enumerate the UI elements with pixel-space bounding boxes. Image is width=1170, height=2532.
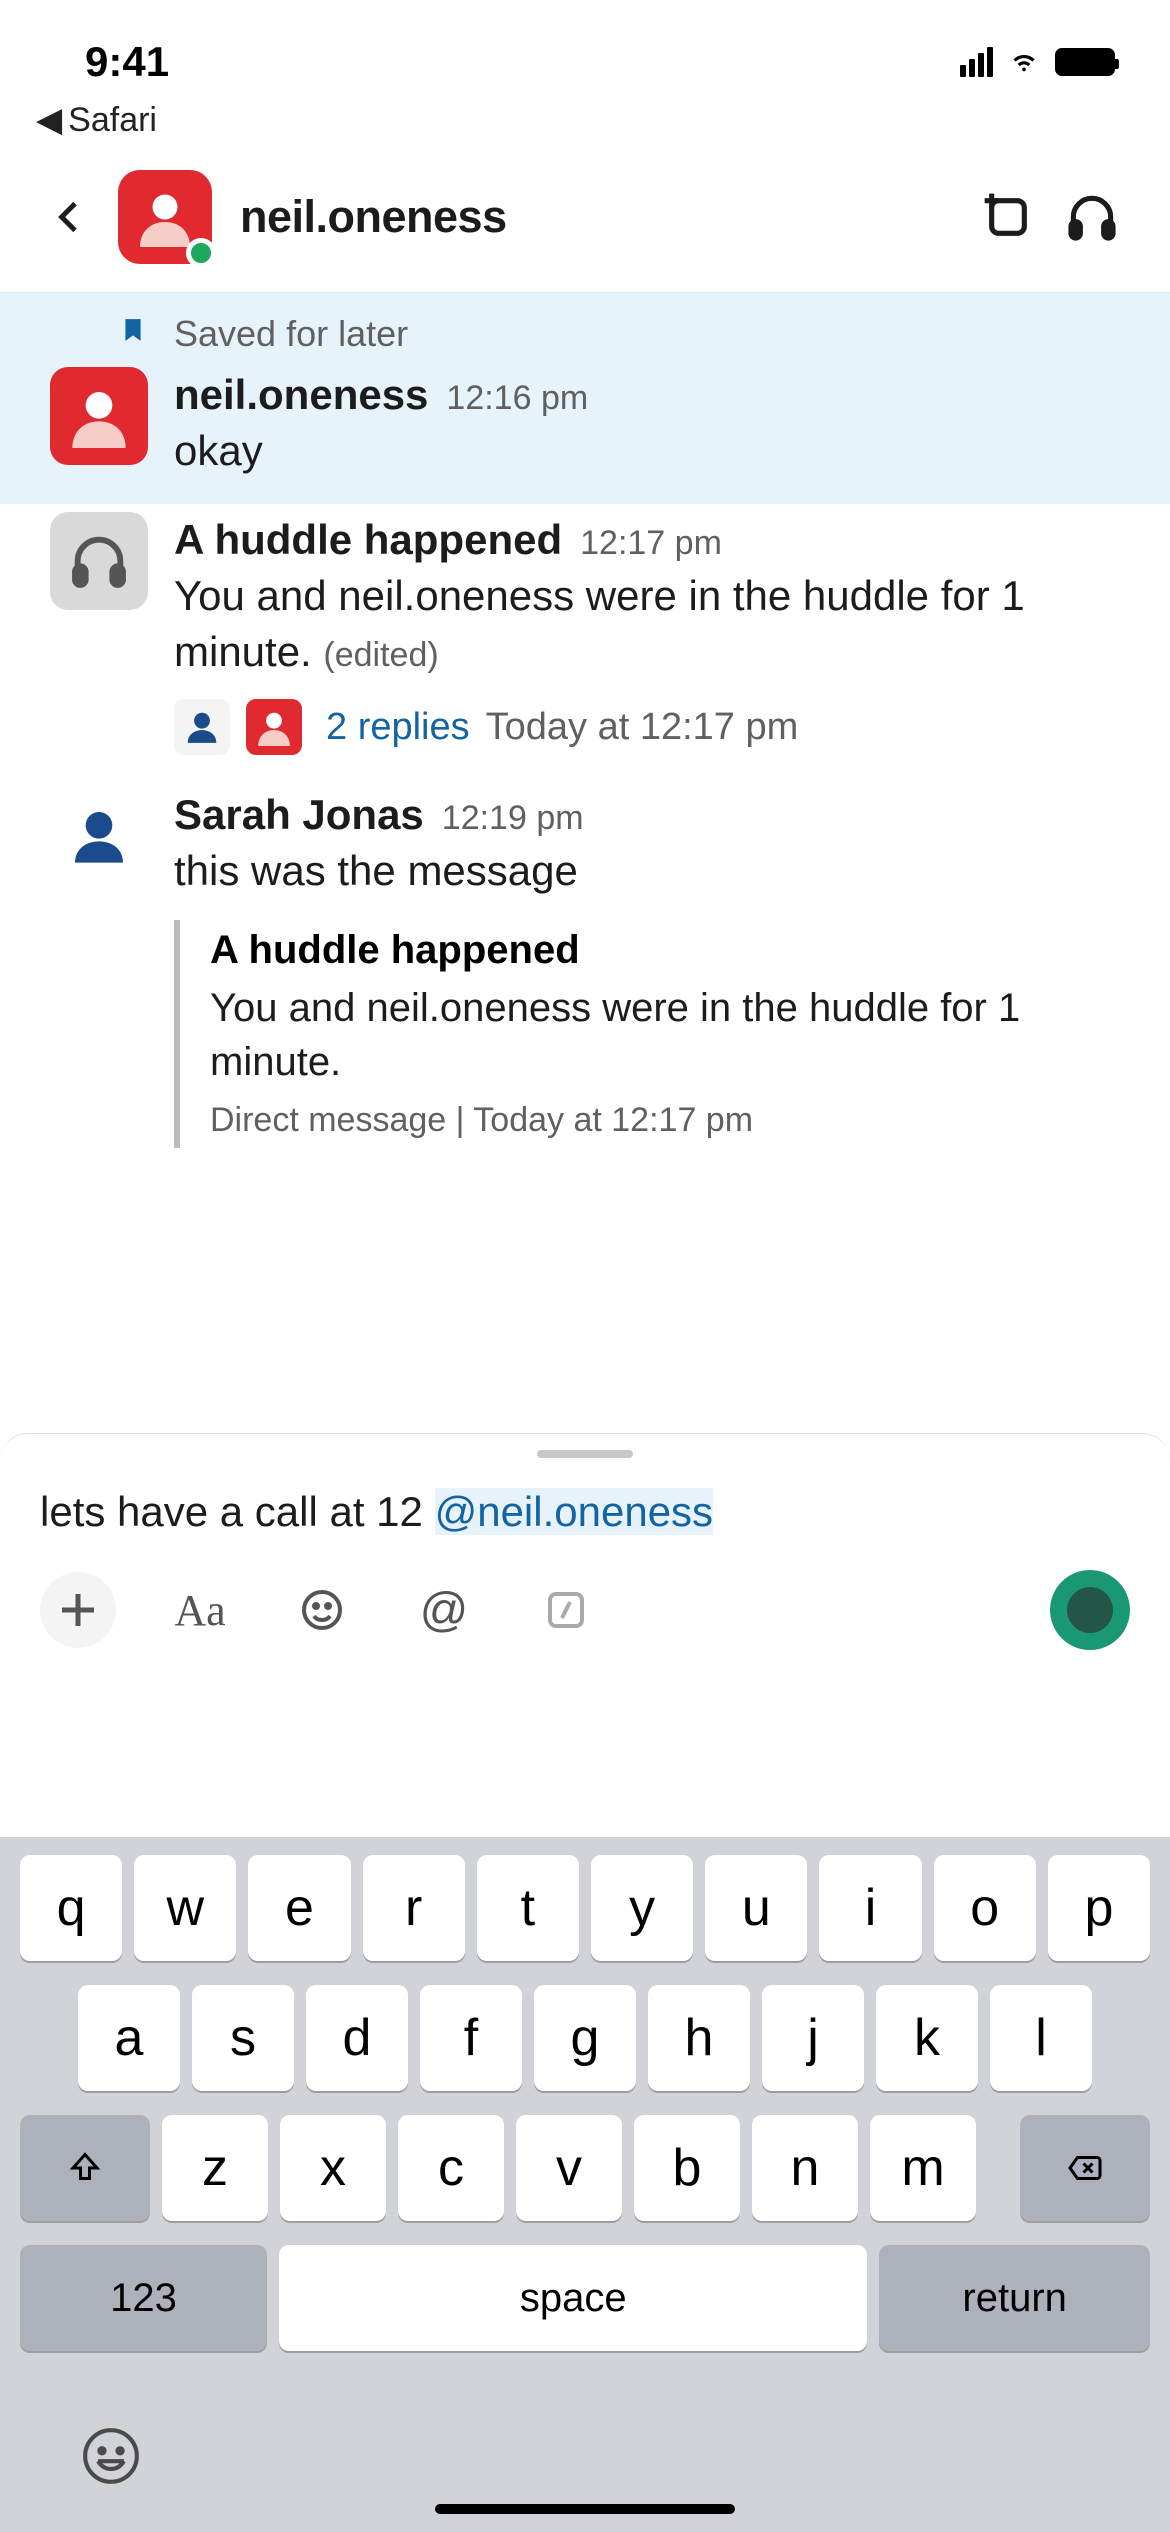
mention-button[interactable]: @ [406,1572,482,1648]
quote-text: You and neil.oneness were in the huddle … [210,973,1120,1089]
message-row[interactable]: Sarah Jonas 12:19 pm this was the messag… [0,779,1170,1172]
message-author: A huddle happened [174,516,562,564]
edited-label: (edited) [323,636,438,674]
text-format-button[interactable]: Aa [162,1572,238,1648]
quote-title: A huddle happened [210,928,1120,973]
message-composer: lets have a call at 12 @neil.oneness Aa … [0,1433,1170,1682]
mention-chip[interactable]: @neil.oneness [435,1488,713,1535]
key-r[interactable]: r [363,1855,465,1961]
key-e[interactable]: e [248,1855,350,1961]
drag-handle[interactable] [537,1450,633,1458]
saved-for-later-banner[interactable]: Saved for later [0,293,1170,359]
key-p[interactable]: p [1048,1855,1150,1961]
backspace-key[interactable] [1020,2115,1150,2221]
thread-replies-link[interactable]: 2 replies Today at 12:17 pm [174,681,1120,755]
message-author: neil.oneness [174,371,428,419]
back-app-label: Safari [68,101,157,140]
key-i[interactable]: i [819,1855,921,1961]
key-f[interactable]: f [420,1985,522,2091]
key-o[interactable]: o [934,1855,1036,1961]
status-indicators [960,45,1115,80]
message-row[interactable]: neil.oneness 12:16 pm okay [0,359,1170,504]
key-g[interactable]: g [534,1985,636,2091]
space-key[interactable]: space [279,2245,867,2351]
keyboard: qwertyuiop asdfghjkl zxcvbnm 123 space r… [0,1837,1170,2532]
send-button[interactable] [1050,1570,1130,1650]
message-text: You and neil.oneness were in the huddle … [174,564,1120,681]
user-avatar[interactable] [118,170,212,264]
key-y[interactable]: y [591,1855,693,1961]
huddle-headphones-button[interactable] [1064,189,1120,245]
saved-label: Saved for later [174,313,408,355]
message-input[interactable]: lets have a call at 12 @neil.oneness [0,1458,1170,1546]
online-status-icon [186,238,216,268]
key-h[interactable]: h [648,1985,750,2091]
add-attachment-button[interactable] [40,1572,116,1648]
key-x[interactable]: x [280,2115,386,2221]
numbers-key[interactable]: 123 [20,2245,267,2351]
slash-command-button[interactable] [528,1572,604,1648]
key-d[interactable]: d [306,1985,408,2091]
add-to-channel-button[interactable] [980,189,1036,245]
key-v[interactable]: v [516,2115,622,2221]
message-text: okay [174,419,1120,480]
key-k[interactable]: k [876,1985,978,2091]
status-time: 9:41 [85,38,169,86]
emoji-keyboard-button[interactable] [80,2425,142,2492]
reply-time: Today at 12:17 pm [486,706,799,749]
key-c[interactable]: c [398,2115,504,2221]
message-time: 12:19 pm [442,799,584,838]
key-m[interactable]: m [870,2115,976,2221]
huddle-avatar[interactable] [50,512,148,610]
message-author: Sarah Jonas [174,791,424,839]
key-b[interactable]: b [634,2115,740,2221]
return-key[interactable]: return [879,2245,1150,2351]
message-avatar[interactable] [50,787,148,885]
key-t[interactable]: t [477,1855,579,1961]
quote-meta: Direct message | Today at 12:17 pm [210,1089,1120,1140]
message-time: 12:17 pm [580,524,722,563]
home-indicator[interactable] [435,2504,735,2514]
chat-header: neil.oneness [0,150,1170,293]
reply-avatar [174,699,230,755]
key-j[interactable]: j [762,1985,864,2091]
battery-icon [1055,48,1115,76]
key-n[interactable]: n [752,2115,858,2221]
message-text: this was the message [174,839,1120,900]
wifi-icon [1005,45,1043,80]
message-time: 12:16 pm [446,379,588,418]
quoted-message[interactable]: A huddle happened You and neil.oneness w… [174,920,1120,1148]
chat-title[interactable]: neil.oneness [240,191,952,243]
key-z[interactable]: z [162,2115,268,2221]
key-w[interactable]: w [134,1855,236,1961]
back-chevron-icon: ◀ [36,100,62,140]
message-row[interactable]: A huddle happened 12:17 pm You and neil.… [0,504,1170,779]
reply-count: 2 replies [326,706,470,749]
key-s[interactable]: s [192,1985,294,2091]
bookmark-icon [120,313,146,355]
key-q[interactable]: q [20,1855,122,1961]
key-l[interactable]: l [990,1985,1092,2091]
status-bar: 9:41 [0,0,1170,100]
key-a[interactable]: a [78,1985,180,2091]
back-to-app-button[interactable]: ◀ Safari [0,100,1170,150]
emoji-button[interactable] [284,1572,360,1648]
back-button[interactable] [50,197,90,237]
shift-key[interactable] [20,2115,150,2221]
message-avatar[interactable] [50,367,148,465]
key-u[interactable]: u [705,1855,807,1961]
reply-avatar [246,699,302,755]
cellular-icon [960,47,993,77]
